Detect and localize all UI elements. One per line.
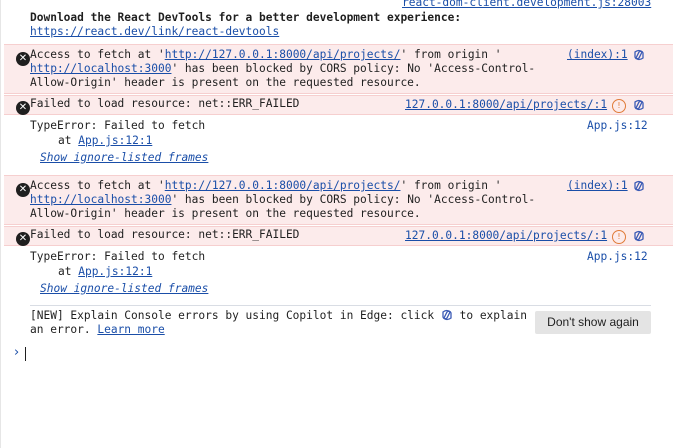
console-prompt-icon: › — [14, 345, 20, 360]
source-link[interactable]: (index):1 — [567, 48, 628, 62]
type-error-message: TypeError: Failed to fetch at App.js:12:… — [4, 247, 673, 299]
show-ignore-listed-frames[interactable]: Show ignore-listed frames — [40, 282, 208, 296]
banner-line-2: an error. Learn more — [30, 323, 165, 336]
failed-load-text: Failed to load resource: net::ERR_FAILED — [30, 97, 300, 110]
cors-error-message: ✕ Access to fetch at 'http://127.0.0.1:8… — [4, 44, 673, 94]
type-error-message: TypeError: Failed to fetch at App.js:12:… — [4, 116, 673, 168]
dont-show-again-button[interactable]: Don't show again — [535, 311, 651, 334]
error-circle-icon: ✕ — [16, 232, 30, 246]
source-link[interactable]: 127.0.0.1:8000/api/projects/:1 — [405, 229, 607, 243]
cors-line-3: Allow-Origin' header is present on the r… — [30, 76, 421, 89]
source-link[interactable]: (index):1 — [567, 179, 628, 193]
copilot-icon[interactable] — [633, 99, 645, 111]
copilot-icon[interactable] — [633, 180, 645, 192]
failed-load-text: Failed to load resource: net::ERR_FAILED — [30, 228, 300, 241]
devtools-text: Download the React DevTools for a better… — [30, 11, 462, 24]
banner-line-1: [NEW] Explain Console errors by using Co… — [30, 309, 527, 322]
warning-icon[interactable]: ! — [612, 230, 626, 244]
error-circle-icon: ✕ — [16, 52, 30, 66]
failed-load-message: ✕ Failed to load resource: net::ERR_FAIL… — [4, 226, 673, 246]
copilot-icon — [442, 309, 452, 321]
warning-icon[interactable]: ! — [612, 99, 626, 113]
stack-frame: at App.js:12:1 — [58, 265, 153, 278]
type-error-text: TypeError: Failed to fetch — [30, 250, 206, 263]
cors-line-3: Allow-Origin' header is present on the r… — [30, 207, 421, 220]
cors-line-2: http://localhost:3000' has been blocked … — [30, 193, 536, 206]
learn-more-link[interactable]: Learn more — [97, 323, 164, 336]
devtools-link[interactable]: https://react.dev/link/react-devtools — [30, 25, 279, 39]
copilot-icon[interactable] — [633, 230, 645, 242]
cors-line-1: Access to fetch at 'http://127.0.0.1:800… — [30, 48, 502, 61]
error-circle-icon: ✕ — [16, 183, 30, 197]
failed-load-message: ✕ Failed to load resource: net::ERR_FAIL… — [4, 95, 673, 115]
stack-frame: at App.js:12:1 — [58, 134, 153, 147]
show-ignore-listed-frames[interactable]: Show ignore-listed frames — [40, 151, 208, 165]
type-error-text: TypeError: Failed to fetch — [30, 119, 206, 132]
source-link[interactable]: 127.0.0.1:8000/api/projects/:1 — [405, 98, 607, 112]
error-circle-icon: ✕ — [16, 101, 30, 115]
source-link[interactable]: App.js:12 — [587, 119, 648, 133]
cors-line-1: Access to fetch at 'http://127.0.0.1:800… — [30, 179, 502, 192]
console-input-caret[interactable] — [25, 347, 26, 361]
cors-error-message: ✕ Access to fetch at 'http://127.0.0.1:8… — [4, 175, 673, 225]
devtools-message: react-dom-client.development.js:28003 Do… — [4, 0, 673, 40]
panel-left-border — [0, 0, 1, 448]
cors-line-2: http://localhost:3000' has been blocked … — [30, 62, 536, 75]
copilot-icon[interactable] — [633, 49, 645, 61]
source-link[interactable]: App.js:12 — [587, 250, 648, 264]
source-link[interactable]: react-dom-client.development.js:28003 — [402, 0, 651, 10]
